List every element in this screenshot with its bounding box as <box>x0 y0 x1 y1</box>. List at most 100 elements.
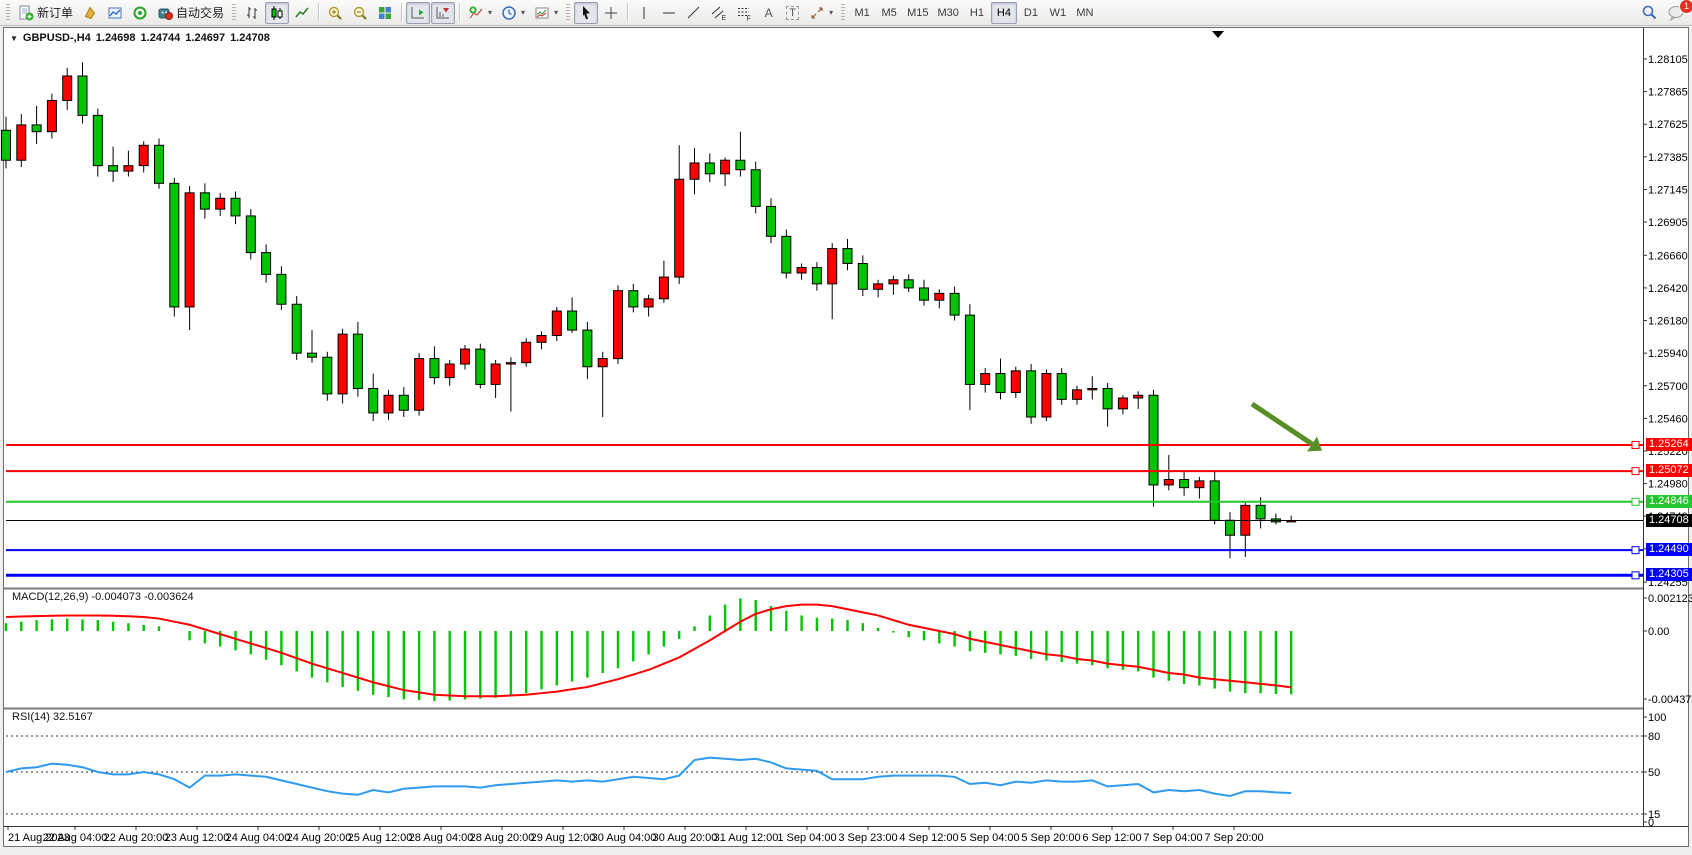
candle-up <box>1088 388 1097 389</box>
arrows-button[interactable]: ▾ <box>805 2 837 24</box>
toolbar-grip[interactable] <box>566 4 570 22</box>
candle-up <box>828 249 837 284</box>
tab-timeframe-m1[interactable]: M1 <box>849 2 875 24</box>
time-tick-label: 1 Sep 04:00 <box>777 832 836 844</box>
candle-down <box>965 315 974 384</box>
tile-windows-button[interactable] <box>373 2 397 24</box>
fibonacci-button[interactable]: F <box>732 2 756 24</box>
tab-timeframe-mn[interactable]: MN <box>1072 2 1098 24</box>
candle-down <box>1210 481 1219 520</box>
candlestick-chart-button[interactable] <box>265 2 289 24</box>
new-order-button[interactable]: 新订单 <box>14 2 77 24</box>
horizontal-lines-layer <box>6 442 1643 579</box>
candle-down <box>583 330 592 367</box>
chevron-down-icon: ▾ <box>829 8 833 17</box>
candle-down <box>843 249 852 264</box>
navigator-icon <box>132 5 148 21</box>
cursor-button[interactable] <box>574 2 598 24</box>
tab-timeframe-h4[interactable]: H4 <box>991 2 1017 24</box>
candle-down <box>109 166 118 171</box>
line-handle[interactable] <box>1632 468 1639 475</box>
tab-timeframe-m15[interactable]: M15 <box>903 2 932 24</box>
toolbar-grip[interactable] <box>6 4 10 22</box>
tab-timeframe-w1[interactable]: W1 <box>1045 2 1071 24</box>
line-chart-button[interactable] <box>290 2 314 24</box>
channel-button[interactable]: E <box>707 2 731 24</box>
data-window-button[interactable] <box>103 2 127 24</box>
trendline-button[interactable] <box>682 2 706 24</box>
candle-up <box>1164 480 1173 485</box>
candle-down <box>430 359 439 378</box>
notifications-button[interactable]: 1 <box>1663 2 1689 24</box>
line-chart-icon <box>294 5 310 21</box>
price-tick-label: 1.24255 <box>1648 577 1688 589</box>
candle-up <box>690 163 699 179</box>
market-watch-button[interactable] <box>78 2 102 24</box>
horizontal-line-icon <box>661 5 677 21</box>
chart-canvas[interactable]: 1.281051.278651.276251.273851.271451.269… <box>0 0 1692 855</box>
line-handle[interactable] <box>1632 442 1639 449</box>
candle-down <box>78 76 87 115</box>
line-handle[interactable] <box>1632 498 1639 505</box>
horizontal-line-button[interactable] <box>657 2 681 24</box>
candle-down <box>1027 371 1036 417</box>
tab-timeframe-m5[interactable]: M5 <box>876 2 902 24</box>
navigator-button[interactable] <box>128 2 152 24</box>
line-handle[interactable] <box>1632 572 1639 579</box>
zoom-out-icon <box>352 5 368 21</box>
zoom-in-button[interactable] <box>323 2 347 24</box>
toolbar-separator <box>401 3 402 22</box>
vertical-line-button[interactable] <box>632 2 656 24</box>
arrow-annotation[interactable] <box>1252 404 1312 444</box>
toolbar-separator <box>318 3 319 22</box>
time-axis[interactable]: 21 Aug 202322 Aug 04:0022 Aug 20:0023 Au… <box>8 826 1264 844</box>
candle-up <box>506 363 515 364</box>
periods-button[interactable]: ▾ <box>497 2 529 24</box>
line-handle[interactable] <box>1632 547 1639 554</box>
price-tick-label: 1.27385 <box>1648 152 1688 164</box>
templates-icon <box>534 5 550 21</box>
search-icon <box>1641 4 1658 21</box>
price-axis[interactable]: 1.281051.278651.276251.273851.271451.269… <box>1643 54 1688 589</box>
candle-down <box>1057 374 1066 400</box>
time-tick-label: 5 Sep 20:00 <box>1021 832 1080 844</box>
candle-down <box>568 311 577 330</box>
tab-timeframe-h1[interactable]: H1 <box>964 2 990 24</box>
candle-down <box>399 395 408 410</box>
bar-chart-button[interactable] <box>240 2 264 24</box>
auto-trading-button[interactable]: 自动交易 <box>153 2 228 24</box>
text-label-button[interactable]: T <box>781 2 804 24</box>
crosshair-button[interactable] <box>599 2 623 24</box>
candle-up <box>675 179 684 277</box>
candle-up <box>491 364 500 384</box>
candle-up <box>981 374 990 385</box>
candle-down <box>858 263 867 289</box>
candle-down <box>200 193 209 209</box>
toolbar-grip[interactable] <box>232 4 236 22</box>
zoom-out-button[interactable] <box>348 2 372 24</box>
time-tick-label: 7 Sep 20:00 <box>1204 832 1263 844</box>
candle-up <box>1042 374 1051 417</box>
text-button[interactable]: A <box>757 2 780 24</box>
chart-shift-marker[interactable] <box>1212 31 1224 38</box>
window-border <box>4 28 1689 847</box>
chevron-down-icon: ▾ <box>521 8 525 17</box>
candle-up <box>614 291 623 359</box>
tab-timeframe-m30[interactable]: M30 <box>934 2 963 24</box>
search-button[interactable] <box>1637 2 1662 24</box>
trendline-icon <box>686 5 702 21</box>
candle-down <box>629 291 638 307</box>
tab-timeframe-d1[interactable]: D1 <box>1018 2 1044 24</box>
candle-down <box>2 130 11 160</box>
templates-button[interactable]: ▾ <box>530 2 562 24</box>
time-tick-label: 5 Sep 04:00 <box>960 832 1019 844</box>
time-tick-label: 22 Aug 20:00 <box>104 832 169 844</box>
toolbar-grip[interactable] <box>841 4 845 22</box>
price-tick-label: 1.27145 <box>1648 184 1688 196</box>
cursor-icon <box>578 5 594 21</box>
chart-shift-button[interactable] <box>431 2 455 24</box>
candle-down <box>950 293 959 315</box>
auto-trading-label: 自动交易 <box>176 4 224 21</box>
auto-scroll-button[interactable] <box>406 2 430 24</box>
indicators-button[interactable]: ▾ <box>464 2 496 24</box>
